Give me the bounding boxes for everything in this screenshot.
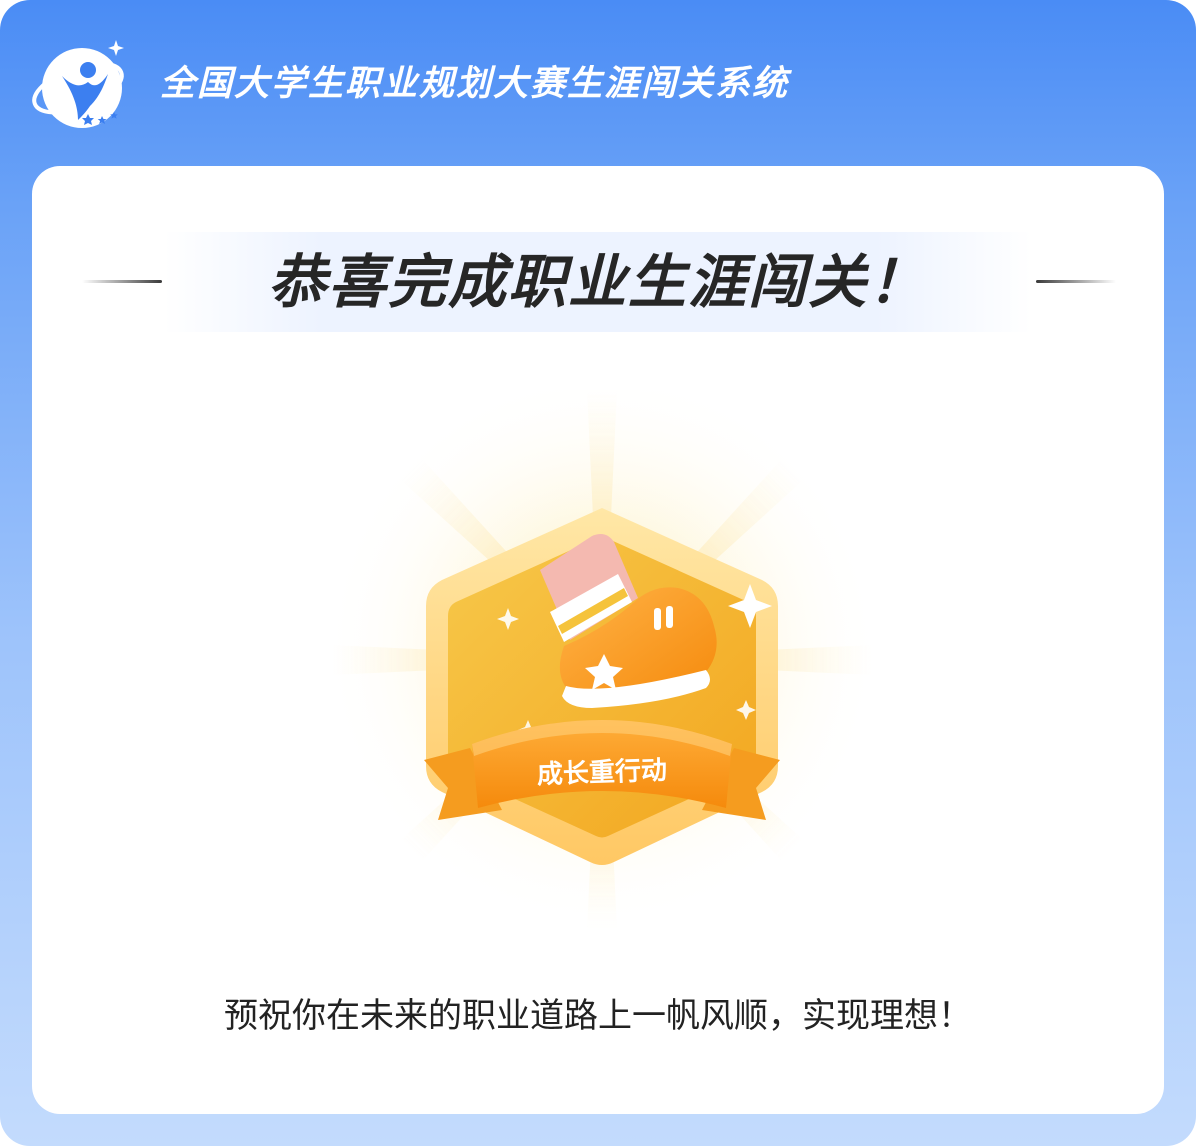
- app-header: 全国大学生职业规划大赛生涯闯关系统: [0, 0, 1196, 166]
- badge-label: 成长重行动: [536, 755, 668, 791]
- sneaker-badge-icon: [322, 390, 882, 940]
- result-card: 恭喜完成职业生涯闯关！ 成长重行动 预祝你在未来的职业道路上一帆风顺，实现理想！: [32, 166, 1164, 1114]
- completion-screen: 全国大学生职业规划大赛生涯闯关系统 恭喜完成职业生涯闯关！ 成长重行动 预祝你在…: [0, 0, 1196, 1146]
- wish-message: 预祝你在未来的职业道路上一帆风顺，实现理想！: [224, 996, 972, 1036]
- congrats-headline: 恭喜完成职业生涯闯关！: [267, 248, 928, 316]
- decorative-line-right: [1036, 280, 1116, 283]
- star-person-logo-icon: [32, 40, 124, 128]
- app-title: 全国大学生职业规划大赛生涯闯关系统: [160, 64, 790, 104]
- decorative-line-left: [82, 280, 162, 283]
- headline-banner: 恭喜完成职业生涯闯关！: [32, 232, 1164, 332]
